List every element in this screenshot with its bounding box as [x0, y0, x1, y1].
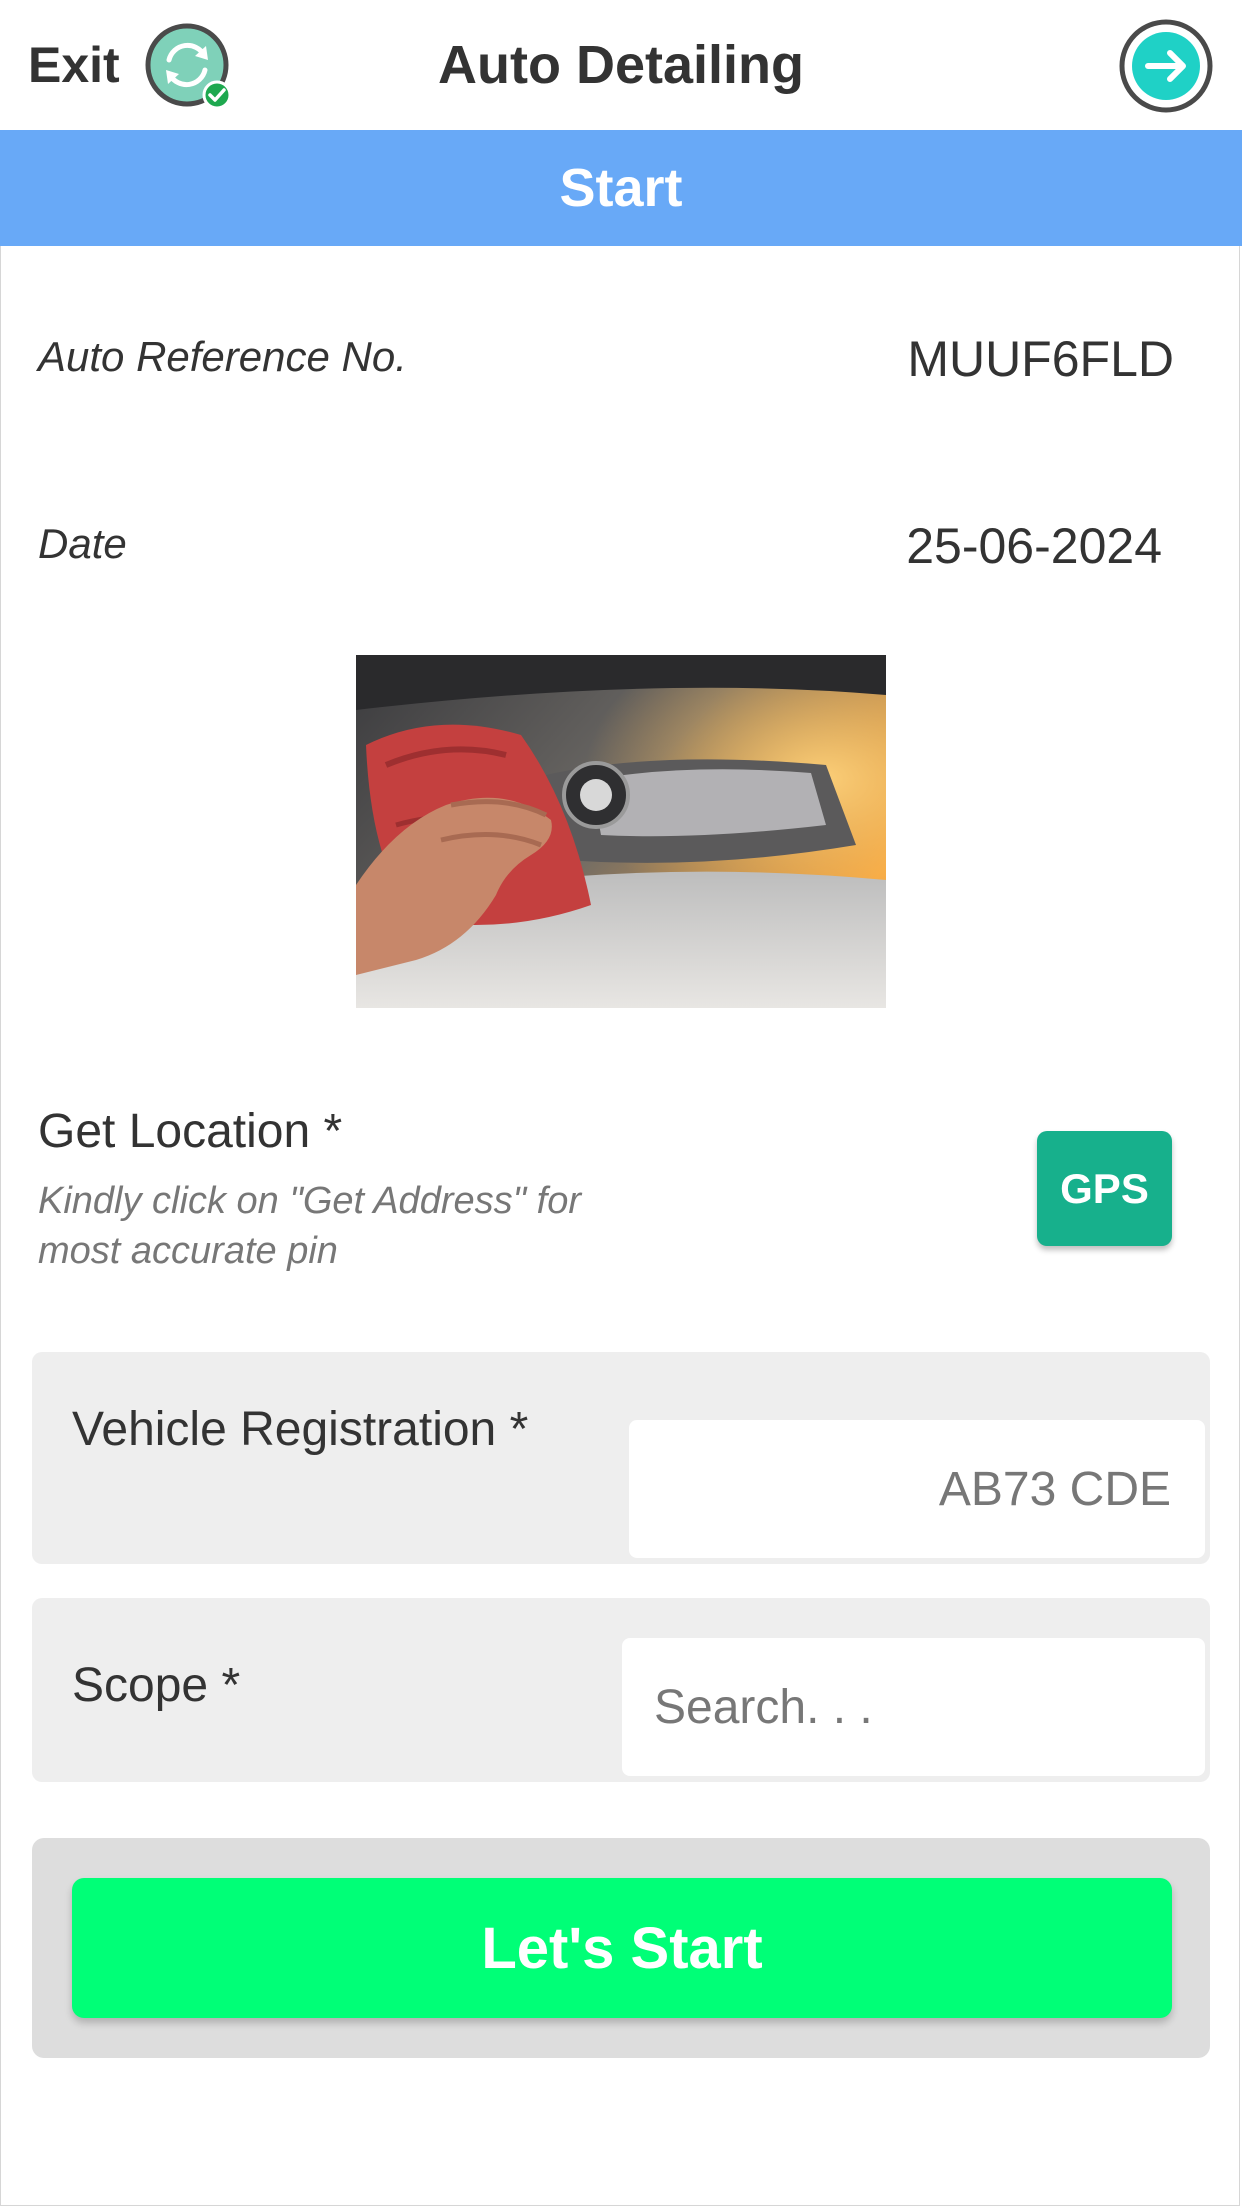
- gps-button[interactable]: GPS: [1037, 1131, 1172, 1246]
- arrow-right-circle-icon[interactable]: [1118, 18, 1214, 114]
- reference-label: Auto Reference No.: [38, 333, 407, 380]
- start-banner: Start: [0, 130, 1242, 246]
- car-detailing-photo: [356, 655, 886, 1008]
- location-hint: Kindly click on "Get Address" for most a…: [38, 1180, 582, 1272]
- date-label: Date: [38, 520, 127, 567]
- lets-start-button[interactable]: Let's Start: [72, 1878, 1172, 2018]
- exit-button[interactable]: Exit: [28, 36, 120, 94]
- location-title: Get Location *: [38, 1105, 343, 1158]
- scope-label: Scope *: [72, 1659, 241, 1712]
- reference-value: MUUF6FLD: [907, 331, 1174, 387]
- scope-card: Scope *: [32, 1598, 1210, 1782]
- banner-label: Start: [559, 158, 683, 218]
- scope-search-input[interactable]: [622, 1638, 1205, 1776]
- top-bar: Exit Auto Detailing: [0, 0, 1242, 130]
- vehicle-registration-card: Vehicle Registration *: [32, 1352, 1210, 1564]
- date-value: 25-06-2024: [906, 518, 1162, 574]
- action-panel: Let's Start: [32, 1838, 1210, 2058]
- sync-check-icon[interactable]: [144, 22, 230, 108]
- vehicle-registration-input[interactable]: [629, 1420, 1205, 1558]
- vehicle-registration-label: Vehicle Registration *: [72, 1403, 529, 1456]
